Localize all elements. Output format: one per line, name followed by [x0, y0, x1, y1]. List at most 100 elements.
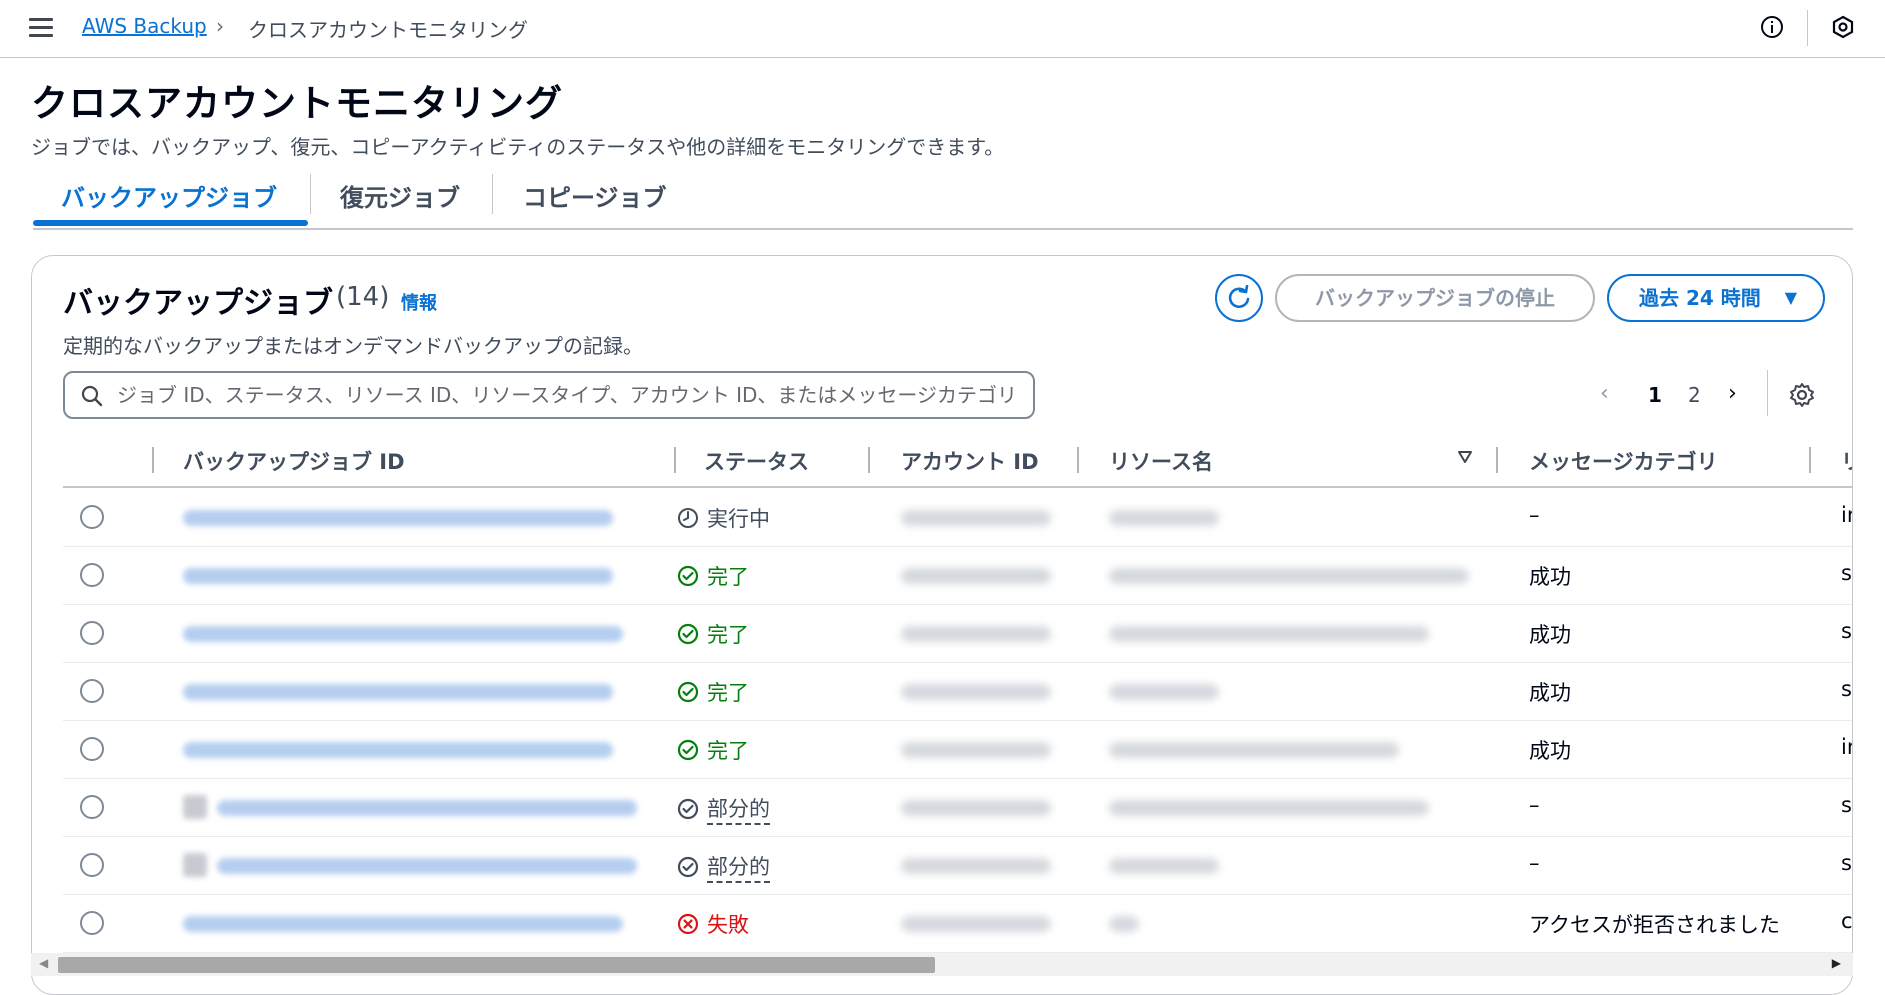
message-category: – — [1529, 793, 1540, 817]
row-radio[interactable] — [80, 621, 104, 645]
page-description: ジョブでは、バックアップ、復元、コピーアクティビティのステータスや他の詳細をモニ… — [31, 135, 1005, 159]
check-circle-icon — [677, 565, 699, 587]
column-header-job-id[interactable]: バックアップジョブ ID — [183, 446, 405, 476]
clock-icon — [678, 508, 698, 528]
job-id-link[interactable] — [183, 568, 613, 584]
resource-type: stack — [1841, 561, 1852, 585]
table-row[interactable]: 完了 成功 stack — [63, 604, 1852, 663]
menu-icon[interactable] — [29, 18, 53, 38]
table-row[interactable]: 完了 成功 stack — [63, 546, 1852, 605]
settings-icon[interactable] — [1789, 382, 1815, 408]
status-text[interactable]: 部分的 — [707, 793, 770, 825]
search-input[interactable] — [117, 379, 1017, 411]
scroll-left-arrow-icon[interactable]: ◀ — [39, 956, 48, 970]
panel-count: (14) — [336, 282, 390, 312]
column-divider[interactable] — [674, 447, 676, 473]
error-circle-icon — [677, 913, 699, 935]
scrollbar-thumb[interactable] — [58, 957, 935, 973]
account-id — [901, 916, 1051, 932]
column-divider[interactable] — [1496, 447, 1498, 473]
message-category: アクセスが拒否されました — [1529, 913, 1780, 937]
horizontal-scrollbar[interactable]: ◀ ▶ — [31, 953, 1853, 976]
status-cell: 部分的 — [677, 851, 770, 883]
job-id-link[interactable] — [217, 800, 637, 816]
column-divider — [152, 447, 154, 473]
job-id-link[interactable] — [217, 858, 637, 874]
page-title: クロスアカウントモニタリング — [31, 82, 563, 125]
column-header-resource-type[interactable]: リソ — [1841, 446, 1852, 476]
row-radio[interactable] — [80, 679, 104, 703]
job-id-link[interactable] — [183, 684, 613, 700]
stop-backup-job-button[interactable]: バックアップジョブの停止 — [1275, 274, 1595, 322]
resource-name — [1109, 858, 1219, 874]
status-text: 完了 — [707, 565, 749, 589]
job-id-link[interactable] — [183, 916, 623, 932]
row-radio[interactable] — [80, 795, 104, 819]
pagination-divider — [1767, 370, 1768, 416]
pagination-next-button[interactable]: › — [1728, 381, 1737, 406]
row-thumbnail — [183, 853, 207, 877]
resource-name — [1109, 800, 1429, 816]
table-row[interactable]: 部分的 – stack — [63, 778, 1852, 837]
partial-check-icon — [677, 856, 699, 878]
row-radio[interactable] — [80, 853, 104, 877]
resource-name — [1109, 510, 1219, 526]
resource-type: stack — [1841, 793, 1852, 817]
scroll-right-arrow-icon[interactable]: ▶ — [1832, 956, 1841, 970]
refresh-icon — [1228, 285, 1250, 309]
info-link[interactable]: 情報 — [401, 289, 437, 315]
column-header-status[interactable]: ステータス — [704, 446, 809, 476]
top-bar: AWS Backup › クロスアカウントモニタリング — [0, 0, 1885, 58]
time-range-dropdown[interactable]: 過去 24 時間 ▼ — [1607, 274, 1825, 322]
job-id-link[interactable] — [183, 742, 613, 758]
row-radio[interactable] — [80, 505, 104, 529]
column-divider[interactable] — [1809, 447, 1811, 473]
panel-description: 定期的なバックアップまたはオンデマンドバックアップの記録。 — [63, 334, 643, 358]
status-cell: 完了 — [677, 619, 749, 649]
row-thumbnail — [183, 795, 207, 819]
search-box[interactable] — [63, 371, 1035, 419]
column-divider[interactable] — [1077, 447, 1079, 473]
breadcrumb-current: クロスアカウントモニタリング — [248, 18, 528, 42]
info-icon[interactable] — [1760, 15, 1784, 39]
account-id — [901, 684, 1051, 700]
check-circle-icon — [677, 739, 699, 761]
table-row[interactable]: 失敗 アクセスが拒否されました cdk-l — [63, 894, 1852, 953]
status-cell: 完了 — [677, 735, 749, 765]
partial-check-icon — [677, 798, 699, 820]
row-radio[interactable] — [80, 563, 104, 587]
column-divider[interactable] — [868, 447, 870, 473]
pagination-prev-button[interactable]: ‹ — [1600, 381, 1609, 406]
status-cell: 失敗 — [677, 909, 749, 939]
job-id-link[interactable] — [183, 510, 613, 526]
account-id — [901, 510, 1051, 526]
table-row[interactable]: 実行中 – insta — [63, 488, 1852, 547]
table-row[interactable]: 完了 成功 insta — [63, 720, 1852, 779]
resource-type: insta — [1841, 503, 1852, 527]
message-category: – — [1529, 851, 1540, 875]
row-radio[interactable] — [80, 911, 104, 935]
status-cell: 完了 — [677, 677, 749, 707]
tab-divider — [492, 174, 493, 214]
sort-desc-icon[interactable] — [1457, 450, 1473, 464]
table-row[interactable]: 部分的 – stack — [63, 836, 1852, 895]
refresh-button[interactable] — [1215, 274, 1263, 322]
column-header-account-id[interactable]: アカウント ID — [901, 446, 1039, 476]
row-radio[interactable] — [80, 737, 104, 761]
pagination-page-2[interactable]: 2 — [1688, 383, 1701, 407]
column-header-message-category[interactable]: メッセージカテゴリ — [1529, 446, 1718, 476]
account-id — [901, 858, 1051, 874]
tab-restore-jobs[interactable]: 復元ジョブ — [340, 178, 460, 213]
tab-backup-jobs[interactable]: バックアップジョブ — [61, 178, 277, 213]
status-text: 完了 — [707, 739, 749, 763]
tab-copy-jobs[interactable]: コピージョブ — [523, 178, 667, 213]
column-header-resource-name[interactable]: リソース名 — [1109, 446, 1213, 476]
status-text[interactable]: 部分的 — [707, 851, 770, 883]
job-id-link[interactable] — [183, 626, 623, 642]
breadcrumb-root-link[interactable]: AWS Backup — [82, 14, 207, 38]
pagination-page-1[interactable]: 1 — [1648, 383, 1662, 407]
account-id — [901, 742, 1051, 758]
table-row[interactable]: 完了 成功 stack — [63, 662, 1852, 721]
caret-down-icon: ▼ — [1784, 288, 1797, 307]
settings-hex-icon[interactable] — [1831, 15, 1855, 39]
